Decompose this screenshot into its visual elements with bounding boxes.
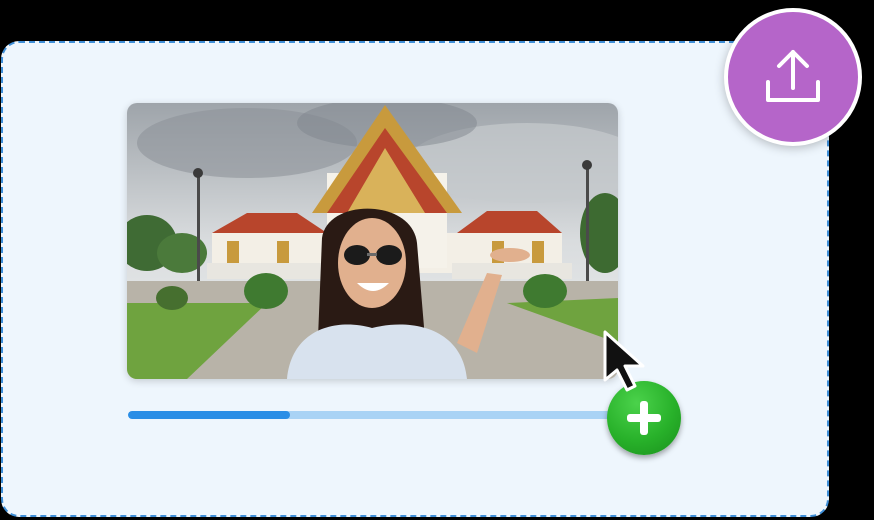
upload-progress-fill <box>128 411 290 419</box>
upload-icon <box>766 50 820 102</box>
arrow-cursor-icon <box>603 330 645 392</box>
add-file-button[interactable] <box>607 381 681 455</box>
plus-icon <box>627 401 661 435</box>
upload-button[interactable] <box>724 8 862 146</box>
temple-selfie-photo <box>127 103 618 379</box>
dragged-photo-thumbnail[interactable] <box>127 103 618 379</box>
upload-progress-bar <box>128 411 618 419</box>
